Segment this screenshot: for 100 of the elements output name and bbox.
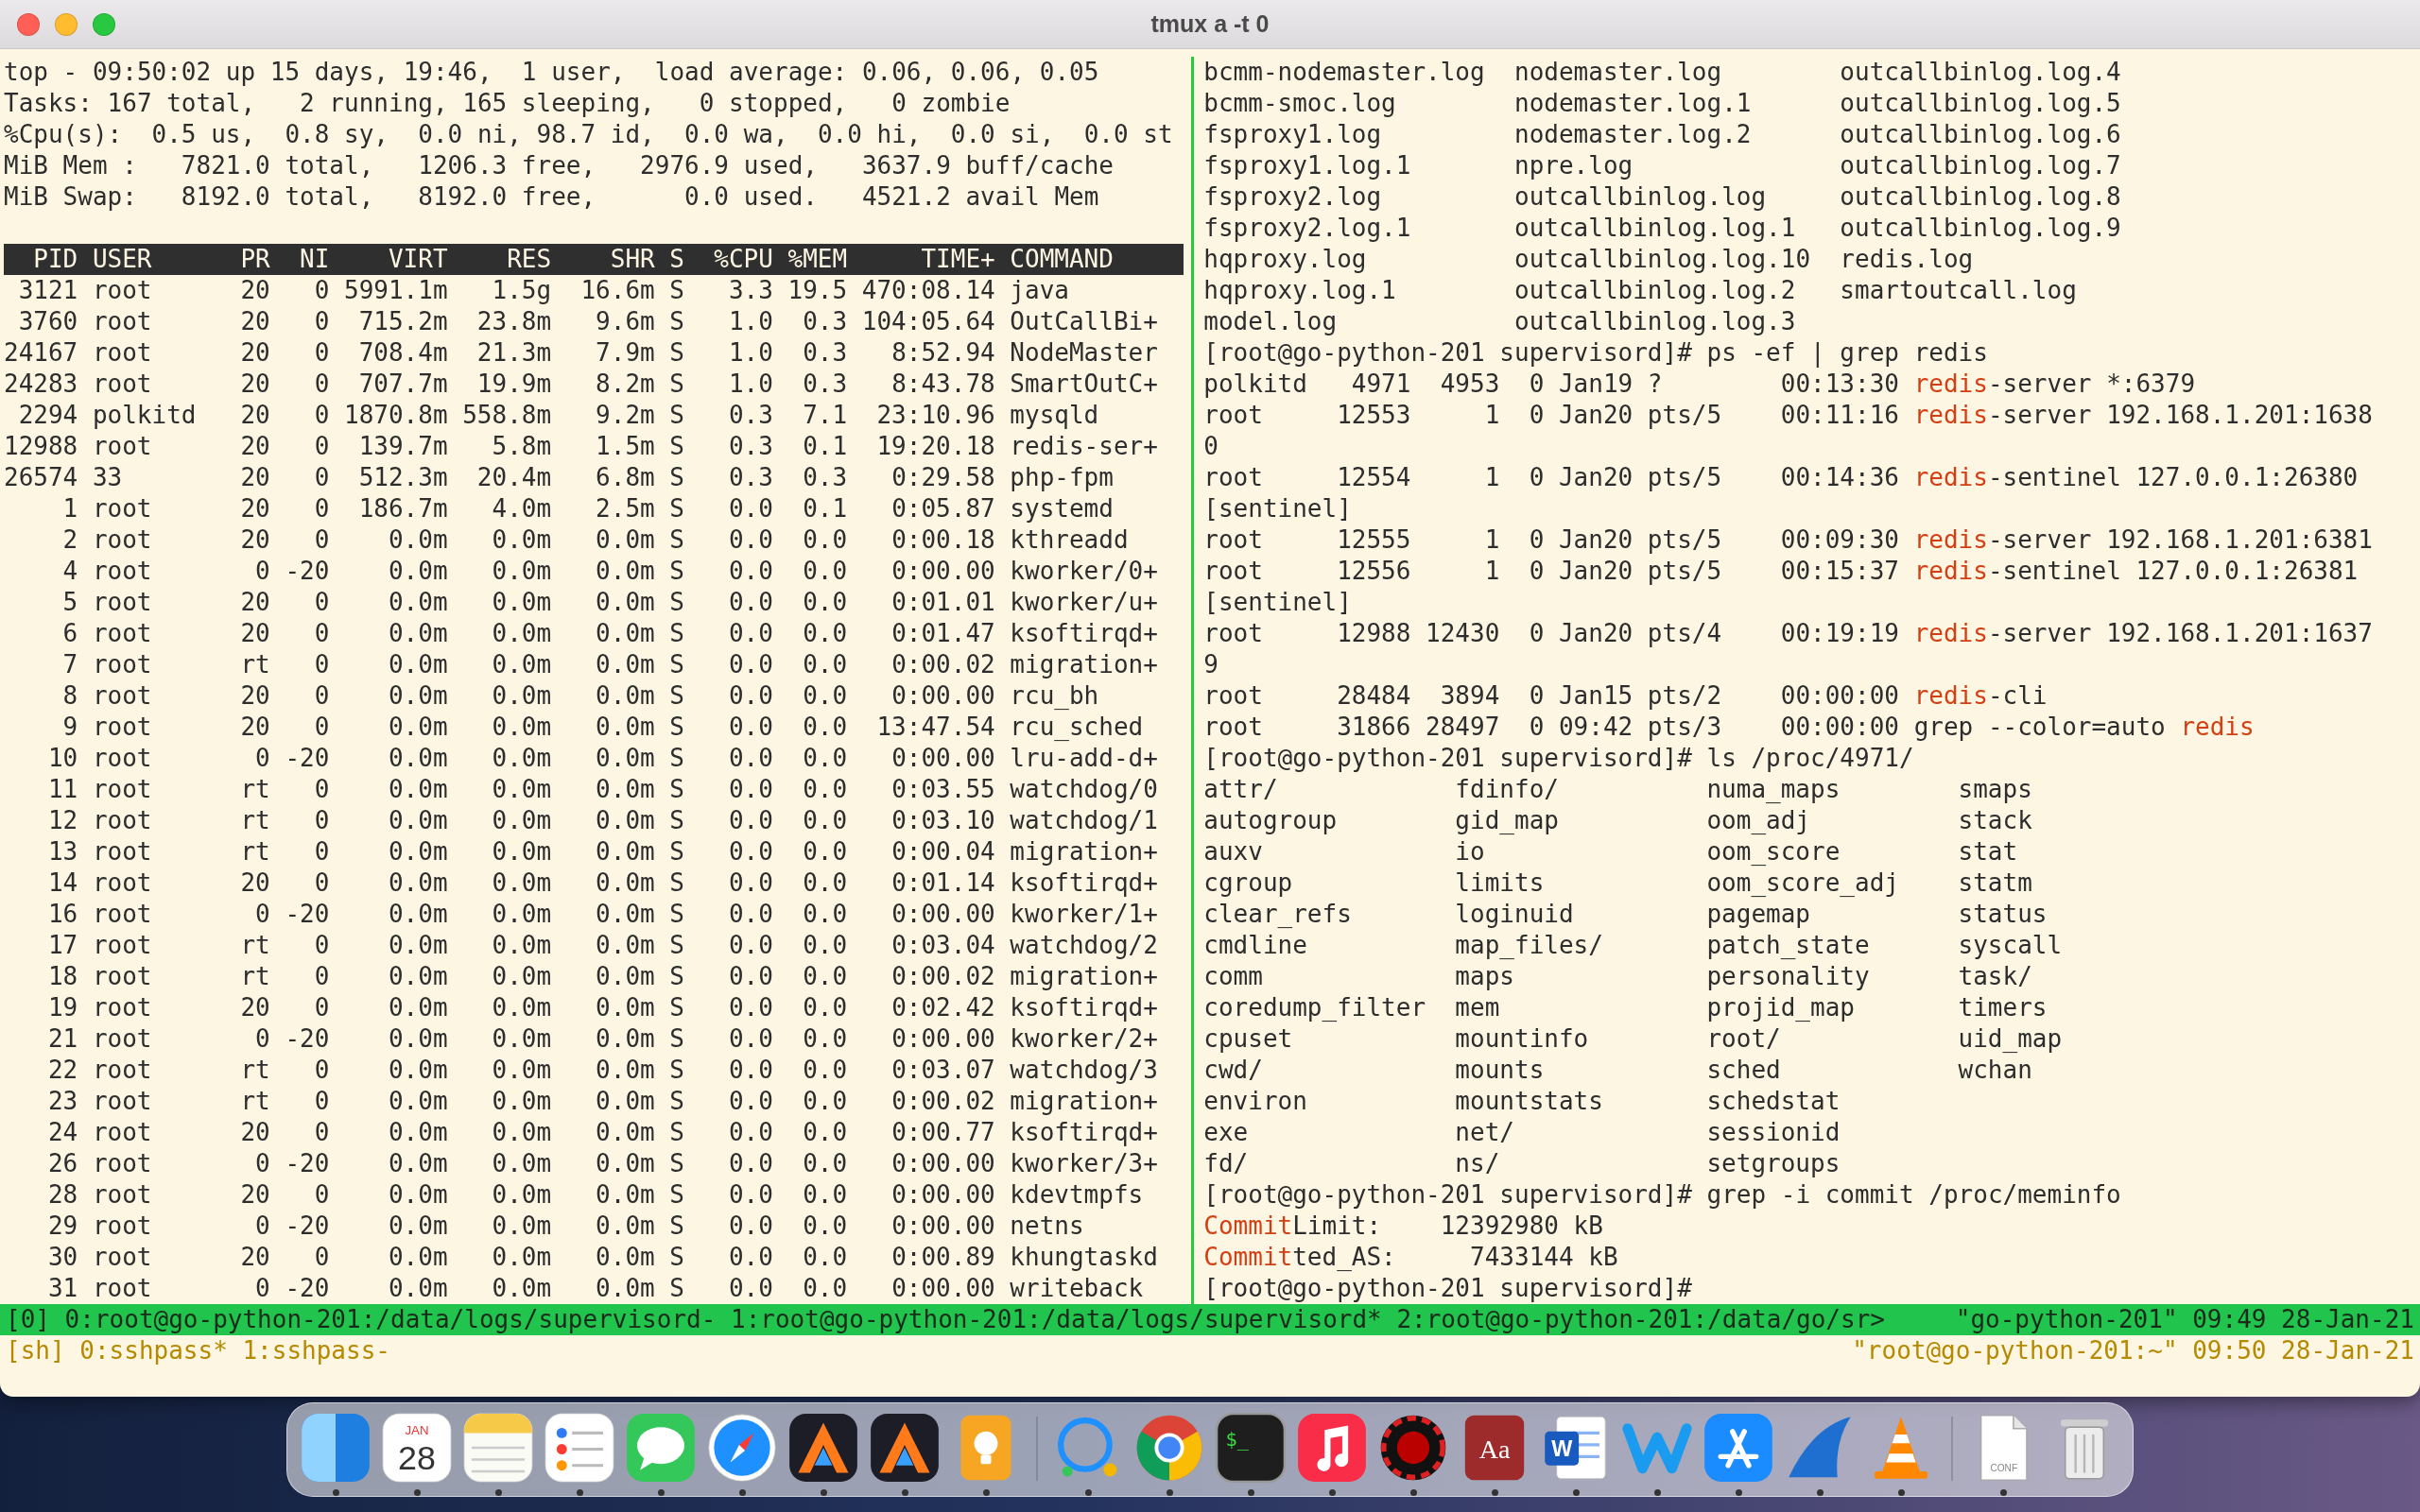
table-cell: 186.7m xyxy=(358,493,448,524)
file-name: outcallbinlog.log.9 xyxy=(1840,213,2121,244)
table-cell: 0.0m xyxy=(596,587,655,618)
table-cell: S xyxy=(669,1179,684,1211)
table-cell: 0.0m xyxy=(388,1086,448,1117)
table-cell: 0 xyxy=(314,369,330,400)
table-cell: 0.0 xyxy=(803,930,848,961)
table-cell: root xyxy=(92,649,152,680)
table-cell: 20 xyxy=(240,992,270,1023)
table-cell: root xyxy=(92,524,152,556)
table-cell: S xyxy=(669,649,684,680)
table-cell: 0:29.58 xyxy=(891,462,995,493)
terminal-line: [root@go-python-201 supervisord]# ls /proc/4971/ xyxy=(1203,744,1914,772)
table-cell: 0.0m xyxy=(596,774,655,805)
terminal-icon[interactable]: $_ xyxy=(1214,1411,1288,1485)
table-cell: 0.0m xyxy=(492,805,552,836)
table-cell: 0:00.00 xyxy=(891,1273,995,1304)
table-cell: 12988 xyxy=(4,431,78,462)
file-name: npre.log xyxy=(1514,150,1634,181)
close-button[interactable] xyxy=(17,12,40,36)
table-cell: 12 xyxy=(47,805,78,836)
table-cell: 0 xyxy=(314,400,330,431)
file-name: outcallbinlog.log.8 xyxy=(1840,181,2121,213)
file-name: mem xyxy=(1455,992,1500,1023)
table-cell: 8 xyxy=(62,680,78,712)
table-cell: 24167 xyxy=(4,337,78,369)
zoom-button[interactable] xyxy=(93,12,115,36)
table-cell: khungtaskd xyxy=(1010,1242,1158,1273)
table-cell: 0.0m xyxy=(388,524,448,556)
peak-icon[interactable] xyxy=(868,1411,942,1485)
table-cell: 0 xyxy=(255,1211,270,1242)
column-header: SHR xyxy=(610,244,655,275)
table-cell: 6 xyxy=(62,618,78,649)
table-cell: root xyxy=(92,1179,152,1211)
peak-icon[interactable] xyxy=(786,1411,860,1485)
split-square-icon[interactable] xyxy=(299,1411,372,1485)
checklist-icon[interactable] xyxy=(543,1411,616,1485)
compass-icon[interactable] xyxy=(705,1411,779,1485)
table-cell: root xyxy=(92,899,152,930)
terminal-line: root 12553 1 0 Jan20 pts/5 00:11:16 redis-server 192.168.1.201:1638 xyxy=(1203,401,2373,429)
table-cell: 0.0m xyxy=(388,899,448,930)
table-cell: kworker/3+ xyxy=(1010,1148,1158,1179)
table-cell: 0.0m xyxy=(492,680,552,712)
column-header: RES xyxy=(507,244,552,275)
table-cell: 0.0m xyxy=(492,930,552,961)
table-cell: rt xyxy=(240,836,270,868)
music-note-icon[interactable] xyxy=(1295,1411,1369,1485)
table-cell: 0 xyxy=(314,774,330,805)
column-header: %CPU xyxy=(714,244,773,275)
table-cell: S xyxy=(669,556,684,587)
file-name: mountstats xyxy=(1455,1086,1603,1117)
table-cell: 0 xyxy=(314,836,330,868)
table-cell: 0.0 xyxy=(803,1117,848,1148)
window-entry: 1:root@go-python-201:/data/logs/supervisord* xyxy=(731,1304,1382,1335)
notepad-icon[interactable] xyxy=(461,1411,535,1485)
table-cell: 0.0m xyxy=(596,1179,655,1211)
table-cell: -20 xyxy=(285,899,330,930)
table-cell: S xyxy=(669,462,684,493)
table-cell: 0:03.10 xyxy=(891,805,995,836)
table-cell: root xyxy=(92,618,152,649)
table-cell: 0 xyxy=(314,1179,330,1211)
table-cell: 3121 xyxy=(18,275,78,306)
table-cell: 0.0m xyxy=(492,1117,552,1148)
file-name: syscall xyxy=(1958,930,2063,961)
table-cell: 0.0m xyxy=(388,712,448,743)
table-cell: 1.0 xyxy=(728,369,773,400)
table-cell: 20 xyxy=(240,712,270,743)
table-cell: 0.0m xyxy=(492,1179,552,1211)
table-cell: 21 xyxy=(47,1023,78,1055)
table-cell: S xyxy=(669,836,684,868)
calendar-icon[interactable]: JAN 28 xyxy=(380,1411,454,1485)
table-cell: 0 xyxy=(314,587,330,618)
table-cell: 0.0m xyxy=(596,1117,655,1148)
table-cell: 13 xyxy=(47,836,78,868)
table-cell: 0:00.02 xyxy=(891,961,995,992)
table-cell: 0.3 xyxy=(803,306,848,337)
table-cell: S xyxy=(669,369,684,400)
file-name: outcallbinlog.log.4 xyxy=(1840,57,2121,88)
table-cell: 8.2m xyxy=(596,369,655,400)
table-cell: 0.0 xyxy=(803,899,848,930)
table-cell: 4 xyxy=(62,556,78,587)
summary-line: MiB Swap: 8192.0 total, 8192.0 free, 0.0 used. 4521.2 avail Mem xyxy=(4,182,1099,211)
chat-bubble-icon[interactable] xyxy=(624,1411,698,1485)
table-cell: root xyxy=(92,306,152,337)
table-cell: S xyxy=(669,1023,684,1055)
file-name: nodemaster.log.1 xyxy=(1514,88,1752,119)
file-name: setgroups xyxy=(1706,1148,1841,1179)
table-cell: watchdog/2 xyxy=(1010,930,1158,961)
table-cell: 21.3m xyxy=(476,337,552,369)
table-cell: 7.9m xyxy=(596,337,655,369)
table-cell: root xyxy=(92,587,152,618)
table-cell: ksoftirqd+ xyxy=(1010,868,1158,899)
file-name: loginuid xyxy=(1455,899,1574,930)
crossed-lines-icon[interactable] xyxy=(1702,1411,1775,1485)
table-cell: 22 xyxy=(47,1055,78,1086)
file-name: timers xyxy=(1958,992,2048,1023)
table-cell: S xyxy=(669,1055,684,1086)
table-cell: 0.0m xyxy=(388,1055,448,1086)
minimize-button[interactable] xyxy=(55,12,78,36)
table-cell: 0 xyxy=(255,899,270,930)
